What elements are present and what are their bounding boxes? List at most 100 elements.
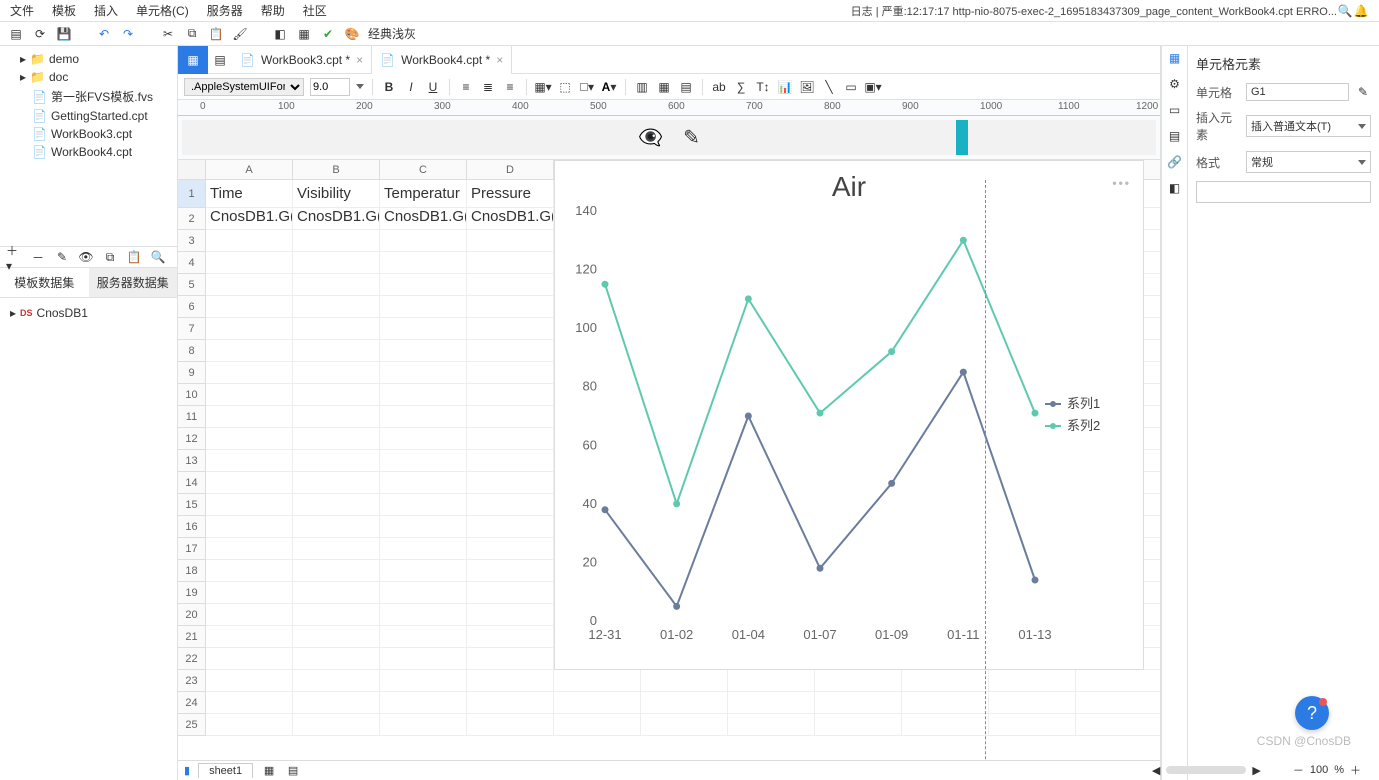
cell[interactable] [293, 384, 380, 406]
cell[interactable] [293, 692, 380, 714]
cell[interactable] [815, 670, 902, 692]
tree-file-wb4[interactable]: 📄WorkBook4.cpt [6, 143, 171, 161]
cell[interactable] [380, 560, 467, 582]
scroll-left-icon[interactable]: ◀ [1152, 764, 1160, 777]
cell[interactable] [293, 494, 380, 516]
cut-icon[interactable]: ✂ [160, 26, 176, 42]
cell[interactable] [728, 670, 815, 692]
menu-insert[interactable]: 插入 [94, 2, 118, 19]
cell[interactable]: Visibility [293, 180, 380, 208]
row-6[interactable]: 6 [178, 296, 206, 318]
ds-search-icon[interactable]: 🔍 [150, 249, 166, 265]
cell[interactable] [554, 714, 641, 736]
cell[interactable] [380, 582, 467, 604]
cell[interactable] [467, 582, 554, 604]
group2-icon[interactable]: ▦ [656, 79, 672, 95]
tab-workbook4[interactable]: 📄 WorkBook4.cpt * × [372, 46, 512, 74]
cell[interactable] [467, 604, 554, 626]
tab-server-ds[interactable]: 服务器数据集 [89, 268, 178, 297]
cell[interactable] [293, 648, 380, 670]
cell[interactable] [902, 670, 989, 692]
row-3[interactable]: 3 [178, 230, 206, 252]
sheet-tool1-icon[interactable]: ▦ [261, 763, 277, 779]
bg-color-icon[interactable]: ▾ [579, 79, 595, 95]
h-scrollbar[interactable] [1166, 766, 1246, 774]
cell[interactable] [467, 560, 554, 582]
undo-icon[interactable]: ↶ [96, 26, 112, 42]
row-4[interactable]: 4 [178, 252, 206, 274]
cell[interactable] [467, 626, 554, 648]
cell[interactable] [1076, 670, 1160, 692]
cell[interactable] [293, 274, 380, 296]
tree-folder-doc[interactable]: ▸📁doc [6, 68, 171, 86]
cell[interactable] [380, 714, 467, 736]
cell[interactable] [989, 692, 1076, 714]
row-16[interactable]: 16 [178, 516, 206, 538]
close-icon[interactable]: × [356, 53, 363, 67]
cell[interactable] [380, 274, 467, 296]
text-insert-icon[interactable]: ab [711, 79, 727, 95]
col-D[interactable]: D [467, 160, 554, 180]
cell[interactable] [641, 714, 728, 736]
cell[interactable] [206, 230, 293, 252]
chart-air[interactable]: Air ••• 02040608010012014012-3101-0201-0… [554, 160, 1144, 670]
cell[interactable] [293, 516, 380, 538]
row-17[interactable]: 17 [178, 538, 206, 560]
cell[interactable] [206, 516, 293, 538]
row-2[interactable]: 2 [178, 208, 206, 230]
row-12[interactable]: 12 [178, 428, 206, 450]
sheet-tab[interactable]: sheet1 [198, 763, 253, 778]
border-icon[interactable]: ▦▾ [535, 79, 551, 95]
merge-icon[interactable]: ⬚ [557, 79, 573, 95]
zoom-in-icon[interactable]: ＋ [1350, 762, 1361, 778]
cell[interactable] [467, 516, 554, 538]
cell[interactable] [380, 384, 467, 406]
tree-file-wb3[interactable]: 📄WorkBook3.cpt [6, 125, 171, 143]
cell[interactable] [206, 340, 293, 362]
search-icon[interactable]: 🔍 [1337, 3, 1353, 19]
cell[interactable] [380, 340, 467, 362]
cell[interactable] [380, 362, 467, 384]
cell[interactable] [206, 538, 293, 560]
cell[interactable] [293, 406, 380, 428]
menu-template[interactable]: 模板 [52, 2, 76, 19]
close-icon[interactable]: × [496, 53, 503, 67]
cell[interactable] [380, 670, 467, 692]
cell[interactable] [206, 406, 293, 428]
refresh-icon[interactable]: ⟳ [32, 26, 48, 42]
row-21[interactable]: 21 [178, 626, 206, 648]
font-size-input[interactable] [310, 78, 350, 96]
cell[interactable] [467, 472, 554, 494]
ds-preview-icon[interactable]: 👁 [78, 249, 94, 265]
cell[interactable] [467, 362, 554, 384]
value-input[interactable] [1196, 181, 1371, 203]
cell[interactable] [206, 692, 293, 714]
cell[interactable] [206, 604, 293, 626]
ds-paste-icon[interactable]: 📋 [126, 249, 142, 265]
cell[interactable] [293, 472, 380, 494]
row-15[interactable]: 15 [178, 494, 206, 516]
cell[interactable] [380, 516, 467, 538]
cell[interactable] [989, 714, 1076, 736]
align-center-icon[interactable]: ≣ [480, 79, 496, 95]
tab-list-icon[interactable]: ▤ [208, 53, 232, 67]
cell[interactable] [206, 428, 293, 450]
cell[interactable] [728, 714, 815, 736]
panel-cell-icon[interactable]: ▦ [1167, 50, 1183, 66]
cell[interactable] [293, 604, 380, 626]
copy-icon[interactable]: ⧉ [184, 26, 200, 42]
row-19[interactable]: 19 [178, 582, 206, 604]
col-A[interactable]: A [206, 160, 293, 180]
cell[interactable] [467, 428, 554, 450]
cell[interactable] [206, 670, 293, 692]
underline-icon[interactable]: U [425, 79, 441, 95]
new-icon[interactable]: ▤ [8, 26, 24, 42]
cell[interactable] [380, 450, 467, 472]
row-18[interactable]: 18 [178, 560, 206, 582]
col-C[interactable]: C [380, 160, 467, 180]
chart-icon[interactable]: 📊 [777, 79, 793, 95]
dataset-item-cnosdb1[interactable]: ▸ DS CnosDB1 [6, 304, 171, 322]
cell[interactable] [380, 538, 467, 560]
row-14[interactable]: 14 [178, 472, 206, 494]
cell[interactable] [467, 714, 554, 736]
